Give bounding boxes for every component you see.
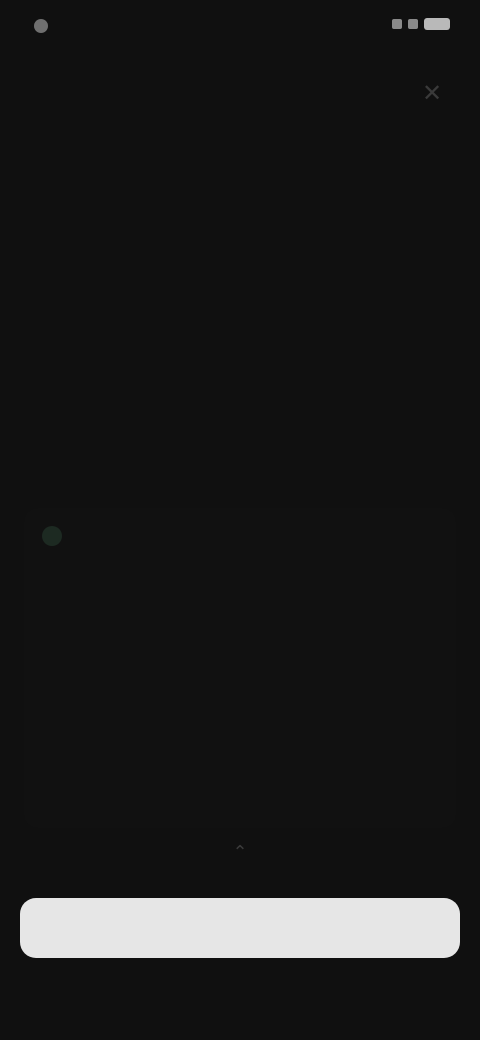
info-card: [24, 508, 456, 828]
close-icon: ✕: [421, 80, 443, 107]
wifi-icon: [408, 19, 418, 29]
status-time: [34, 16, 56, 37]
close-button[interactable]: ✕: [418, 80, 446, 108]
card-link-button[interactable]: [234, 766, 246, 768]
stat-item: [309, 670, 429, 678]
primary-action-button[interactable]: [20, 898, 460, 958]
battery-icon: [424, 18, 450, 30]
status-icons: [392, 18, 450, 30]
status-dot-icon: [42, 526, 62, 546]
card-header: [42, 526, 80, 546]
stat-item: [51, 670, 171, 678]
status-bar: [0, 0, 480, 56]
status-indicator-icon: [34, 19, 48, 33]
card-stats: [24, 670, 456, 678]
chevron-up-icon[interactable]: ⌃: [227, 842, 253, 862]
stat-item: [180, 670, 300, 678]
screen: ✕ ⌃: [0, 0, 480, 1040]
signal-icon: [392, 19, 402, 29]
